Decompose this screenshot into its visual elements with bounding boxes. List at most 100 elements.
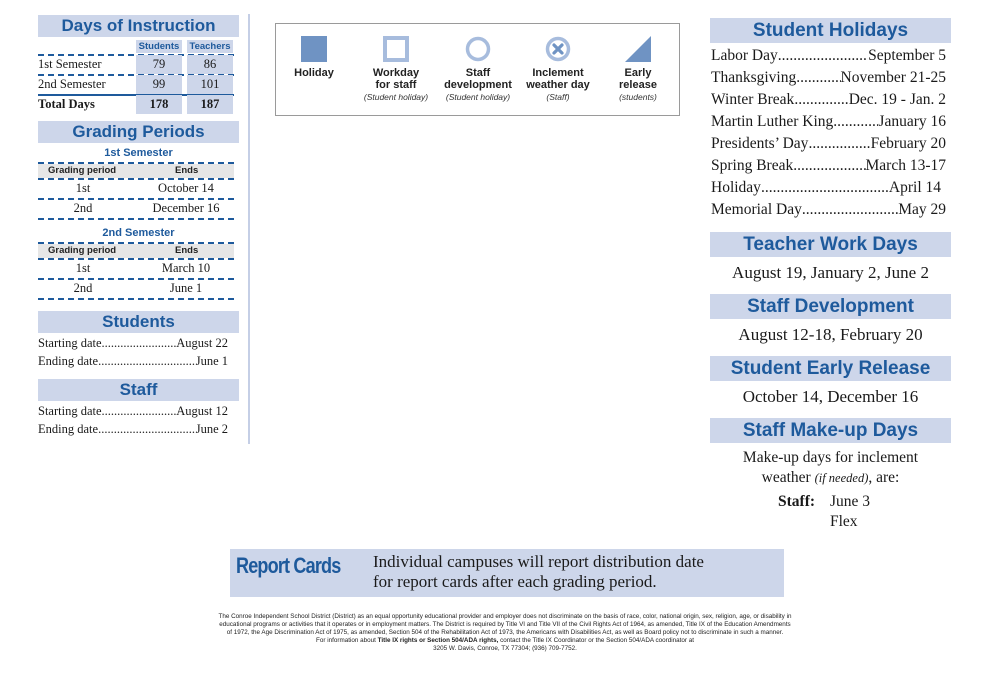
staff-makeup-days-header: Staff Make-up Days (710, 418, 951, 443)
value: June 1 (195, 354, 228, 368)
table-row: 2nd June 1 (38, 278, 234, 298)
holiday-date: Dec. 19 - Jan. 2 (848, 91, 946, 108)
teachers-value: 187 (187, 95, 233, 114)
legend-item-early-release: Early release (students) (593, 24, 683, 117)
legend-item-inclement-weather: Inclement weather day (Staff) (513, 24, 603, 117)
footer-line: For information about Title IX rights or… (160, 637, 850, 645)
dot-leader (98, 352, 196, 370)
grading-table-header: Grading period Ends (38, 244, 234, 258)
label: Ending date (38, 422, 99, 436)
teachers-column-header: Teachers (187, 40, 233, 53)
students-column-header: Students (136, 40, 182, 53)
holiday-item: Thanksgiving November 21-25 (711, 67, 946, 89)
legend-label: Workday for staff (372, 67, 420, 91)
left-column: Days of Instruction Students Teachers 1s… (0, 0, 250, 450)
holiday-item: Labor Day September 5 (711, 45, 946, 67)
ends-value: October 14 (158, 181, 214, 195)
period-value: 2nd (73, 201, 93, 215)
bold-text: Title IX rights or Section 504/ADA right… (377, 637, 499, 644)
dot-leader (102, 402, 177, 420)
filled-square-icon (301, 36, 327, 62)
dot-leader (833, 111, 878, 133)
dot-leader (98, 420, 196, 438)
teachers-value: 101 (187, 75, 233, 94)
holiday-date: March 13-17 (865, 157, 947, 174)
staff-header: Staff (38, 379, 239, 401)
circle-icon (465, 36, 491, 62)
holiday-item: Holiday April 14 (711, 177, 941, 199)
holiday-name: Holiday (711, 179, 761, 196)
value: June 2 (195, 422, 228, 436)
legend-label: Inclement weather day (526, 67, 590, 91)
text: , are: (868, 469, 900, 486)
table-row-total: Total Days 178 187 (38, 95, 234, 115)
grading-periods-header: Grading Periods (38, 121, 239, 143)
holiday-date: September 5 (868, 47, 946, 64)
table-row: 1st October 14 (38, 178, 234, 198)
grading-period-column: Grading period (48, 165, 117, 176)
holiday-item: Spring Break March 13-17 (711, 155, 946, 177)
dot-leader (794, 89, 848, 111)
legend-label: Holiday (294, 67, 334, 79)
label: Starting date (38, 404, 102, 418)
legend-sublabel: (Student holiday) (445, 92, 511, 102)
holiday-item: Martin Luther King January 16 (711, 111, 946, 133)
students-value: 178 (136, 95, 182, 114)
makeup-date: June 3 (830, 493, 871, 510)
legend-label: Staff development (444, 67, 512, 91)
holiday-name: Winter Break (711, 91, 795, 108)
report-cards-title: Report Cards (236, 553, 341, 578)
row-label: 1st Semester (38, 57, 102, 71)
dot-leader (761, 177, 889, 199)
text: For information about (316, 637, 378, 644)
dot-leader (778, 45, 868, 67)
ends-column: Ends (175, 245, 199, 256)
footer-line: educational programs or activities that … (219, 621, 791, 628)
student-early-release-header: Student Early Release (710, 356, 951, 381)
makeup-date: Flex (830, 513, 858, 530)
holiday-item: Memorial Day May 29 (711, 199, 946, 221)
dot-leader (802, 199, 898, 221)
period-value: 2nd (73, 281, 93, 295)
holiday-date: April 14 (888, 179, 941, 196)
dot-leader (808, 133, 870, 155)
italic-text: (if needed) (814, 471, 869, 485)
row-label: Total Days (38, 97, 95, 111)
ends-value: June 1 (169, 281, 203, 295)
value: August 22 (176, 336, 228, 350)
table-row: 1st Semester 79 86 (38, 55, 234, 75)
teacher-work-days-header: Teacher Work Days (710, 232, 951, 257)
circle-x-icon (545, 36, 571, 62)
legend-sublabel: (Student holiday) (363, 92, 429, 102)
makeup-staff-label: Staff: (778, 493, 816, 510)
makeup-description-line2: weather (if needed), are: (710, 468, 951, 488)
table-divider (38, 298, 234, 300)
students-start-date: Starting date August 22 (38, 334, 228, 352)
table-row: 1st March 10 (38, 258, 234, 278)
report-cards-banner: Report Cards Individual campuses will re… (230, 549, 784, 597)
staff-development-header: Staff Development (710, 294, 951, 319)
footer-line: 3205 W. Davis, Conroe, TX 77304; (936) 7… (433, 645, 577, 652)
student-early-release-dates: October 14, December 16 (742, 387, 919, 406)
legend-sublabel: (Staff) (546, 92, 570, 102)
ends-value: December 16 (152, 201, 220, 215)
holiday-item: Presidents’ Day February 20 (711, 133, 946, 155)
staff-start-date: Starting date August 12 (38, 402, 228, 420)
holiday-name: Presidents’ Day (711, 135, 809, 152)
legend-item-holiday: Holiday (269, 24, 359, 117)
legend-label: Early release (619, 67, 657, 91)
legend-sublabel: (students) (619, 92, 657, 102)
footer-line: of 1972, the Age Discrimination Act of 1… (226, 629, 784, 636)
footer-line: The Conroe Independent School District (… (218, 613, 792, 620)
holiday-name: Memorial Day (711, 201, 802, 218)
ends-value: March 10 (161, 261, 211, 275)
teachers-value: 86 (187, 55, 233, 74)
triangle-icon (625, 36, 651, 62)
period-value: 1st (75, 261, 91, 275)
semester-title: 2nd Semester (102, 227, 175, 239)
holiday-name: Spring Break (711, 157, 794, 174)
hollow-square-icon (383, 36, 409, 62)
value: August 12 (176, 404, 228, 418)
staff-development-dates: August 12-18, February 20 (738, 325, 923, 344)
table-divider (38, 218, 234, 220)
